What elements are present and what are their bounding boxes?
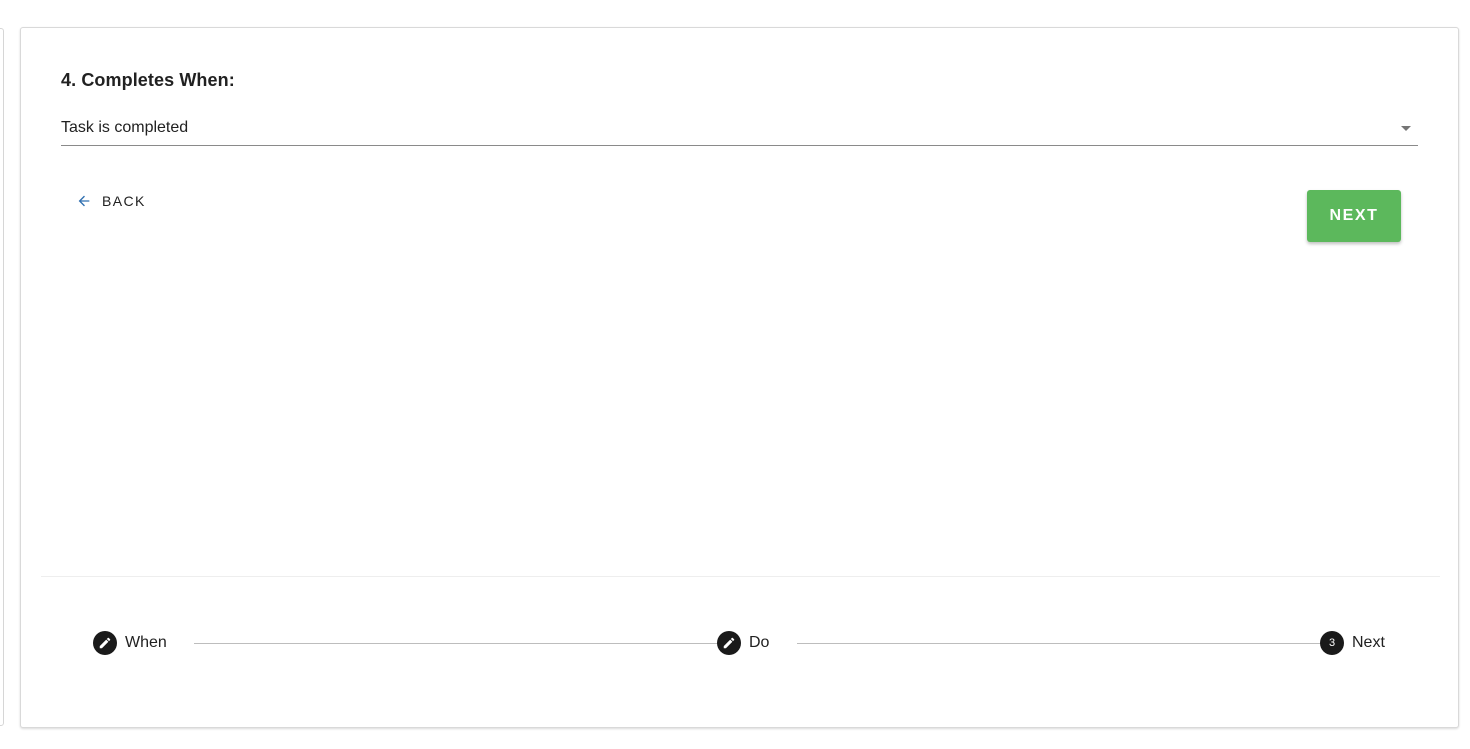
step-next[interactable]: 3 Next [1320,630,1385,656]
page: 4. Completes When: Task is completed BAC… [0,0,1470,749]
step-connector [797,643,1333,644]
back-button-label: BACK [102,193,146,209]
stepper: When Do 3 Next [93,630,1387,656]
arrow-left-icon [76,193,92,209]
step-when-label: When [125,634,167,651]
next-button-label: NEXT [1329,207,1379,224]
pencil-icon [93,631,117,655]
section-title: 4. Completes When: [61,70,235,90]
dropdown-caret-icon [1401,126,1411,131]
divider [41,576,1440,577]
step-when[interactable]: When [93,630,167,656]
wizard-card: 4. Completes When: Task is completed BAC… [20,27,1459,728]
next-button[interactable]: NEXT [1307,190,1401,242]
step-do[interactable]: Do [717,630,769,656]
step-next-label: Next [1352,634,1385,651]
step-number-badge: 3 [1320,631,1344,655]
completes-when-select[interactable]: Task is completed [61,114,1418,146]
step-do-label: Do [749,634,770,651]
pencil-icon [717,631,741,655]
completes-when-value: Task is completed [61,119,189,136]
step-connector [194,643,730,644]
left-edge-panel [0,28,4,726]
back-button[interactable]: BACK [68,187,154,215]
